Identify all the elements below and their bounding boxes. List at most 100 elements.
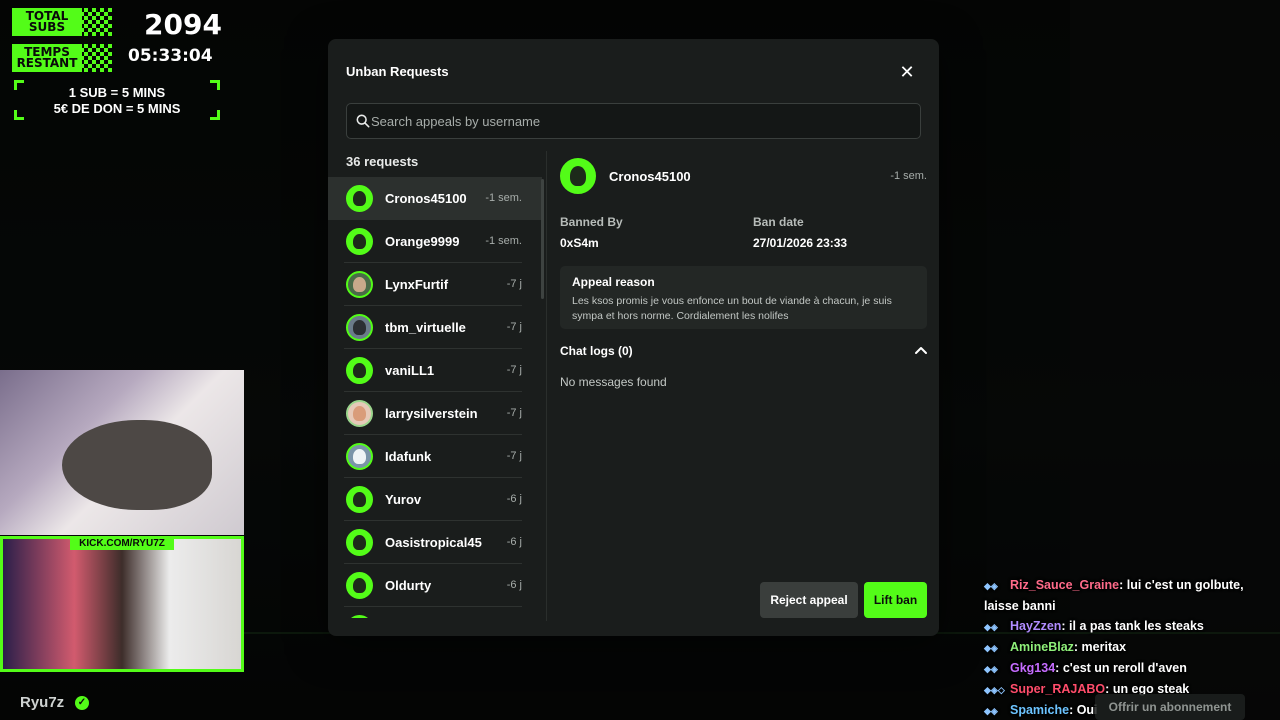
- subs-count: 2094: [144, 8, 222, 41]
- chat-username[interactable]: Gkg134: [1010, 661, 1055, 675]
- list-item[interactable]: Orange9999 -1 sem.: [328, 220, 542, 263]
- badge-icons: ◆◈: [984, 664, 998, 674]
- detail-username: Cronos45100: [609, 169, 691, 184]
- panel-divider: [546, 151, 547, 621]
- verified-icon: ✓: [75, 696, 89, 710]
- chat-text: meritax: [1081, 640, 1127, 654]
- request-username: larrysilverstein: [385, 406, 478, 421]
- list-scrollbar[interactable]: [541, 179, 544, 299]
- reject-appeal-button[interactable]: Reject appeal: [760, 582, 858, 618]
- avatar: [346, 486, 373, 513]
- no-messages-text: No messages found: [560, 375, 667, 389]
- request-username: Yurov: [385, 492, 422, 507]
- banned-by-value: 0xS4m: [560, 236, 599, 250]
- unban-requests-modal: Unban Requests ✕ 36 requests Cronos45100…: [328, 39, 939, 636]
- appeal-reason-box: Appeal reason Les ksos promis je vous en…: [560, 266, 927, 329]
- search-input[interactable]: [371, 104, 911, 138]
- total-subs-label: TOTAL SUBS: [12, 8, 82, 36]
- avatar: [346, 615, 373, 618]
- avatar: [346, 228, 373, 255]
- list-item[interactable]: tbm_virtuelle -7 j: [328, 306, 542, 349]
- chat-username[interactable]: HayZzen: [1010, 619, 1061, 633]
- list-item[interactable]: vaniLL1 -7 j: [328, 349, 542, 392]
- appeal-reason-text: Les ksos promis je vous enfonce un bout …: [572, 295, 892, 322]
- chat-username[interactable]: Super_RAJABO: [1010, 682, 1105, 696]
- checker-pattern: [80, 8, 112, 36]
- list-item[interactable]: [328, 607, 542, 618]
- list-item[interactable]: Yurov -6 j: [328, 478, 542, 521]
- streamer-webcam: [0, 536, 244, 672]
- request-username: LynxFurtif: [385, 277, 449, 292]
- avatar: [346, 529, 373, 556]
- request-time: -1 sem.: [485, 192, 522, 204]
- request-username: vaniLL1: [385, 363, 435, 378]
- request-time: -1 sem.: [485, 235, 522, 247]
- request-time: -7 j: [506, 321, 522, 333]
- request-username: Idafunk: [385, 449, 432, 464]
- time-left-label: TEMPS RESTANT: [12, 44, 82, 72]
- badge-icons: ◆◈◇: [984, 685, 1005, 695]
- badge-icons: ◆◈: [984, 622, 998, 632]
- list-item[interactable]: Oasistropical45 -6 j: [328, 521, 542, 564]
- list-item[interactable]: Oldurty -6 j: [328, 564, 542, 607]
- avatar: [346, 271, 373, 298]
- request-username: Oasistropical45: [385, 535, 482, 550]
- ban-date-label: Ban date: [753, 215, 804, 229]
- avatar: [346, 572, 373, 599]
- chevron-up-icon[interactable]: [914, 343, 928, 357]
- kick-url-label: KICK.COM/RYU7Z: [70, 537, 174, 550]
- list-item[interactable]: Idafunk -7 j: [328, 435, 542, 478]
- request-username: Orange9999: [385, 234, 460, 249]
- close-button[interactable]: ✕: [896, 61, 918, 83]
- streamer-name[interactable]: Ryu7z: [20, 694, 64, 711]
- chat-text: c'est un reroll d'aven: [1062, 661, 1187, 675]
- checker-pattern: [80, 44, 112, 72]
- requests-list[interactable]: Cronos45100 -1 sem. Orange9999 -1 sem. L…: [328, 177, 542, 618]
- chat-username[interactable]: AmineBlaz: [1010, 640, 1074, 654]
- ban-date-value: 27/01/2026 23:33: [753, 236, 848, 250]
- chat-logs-header[interactable]: Chat logs (0): [560, 344, 633, 358]
- avatar: [346, 314, 373, 341]
- detail-time: -1 sem.: [890, 170, 927, 182]
- avatar: [560, 158, 596, 194]
- request-time: -7 j: [506, 407, 522, 419]
- chat-message: ◆◈ HayZzen: il a pas tank les steaks: [984, 616, 1274, 637]
- avatar: [346, 357, 373, 384]
- list-item[interactable]: LynxFurtif -7 j: [328, 263, 542, 306]
- list-item[interactable]: Cronos45100 -1 sem.: [328, 177, 542, 220]
- chat-message: ◆◈ AmineBlaz: meritax: [984, 637, 1274, 658]
- chat-username[interactable]: Riz_Sauce_Graine: [1010, 578, 1119, 592]
- gift-subscription-button[interactable]: Offrir un abonnement: [1095, 694, 1245, 720]
- request-time: -7 j: [506, 364, 522, 376]
- avatar: [346, 185, 373, 212]
- request-time: -6 j: [506, 536, 522, 548]
- chat-text: il a pas tank les steaks: [1069, 619, 1204, 633]
- badge-icons: ◆◈: [984, 643, 998, 653]
- badge-icons: ◆◈: [984, 581, 998, 591]
- rule-don: 5€ DE DON = 5 MINS: [53, 101, 181, 116]
- request-time: -7 j: [506, 450, 522, 462]
- chat-username[interactable]: Spamiche: [1010, 703, 1069, 717]
- search-icon: [356, 114, 370, 128]
- cat-image: [62, 420, 212, 510]
- banned-by-label: Banned By: [560, 215, 623, 229]
- request-time: -6 j: [506, 579, 522, 591]
- badge-icons: ◆◈: [984, 706, 998, 716]
- avatar: [346, 443, 373, 470]
- request-username: tbm_virtuelle: [385, 320, 466, 335]
- search-field[interactable]: [346, 103, 921, 139]
- list-item[interactable]: larrysilverstein -7 j: [328, 392, 542, 435]
- request-username: Cronos45100: [385, 191, 467, 206]
- request-time: -7 j: [506, 278, 522, 290]
- requests-count: 36 requests: [346, 154, 419, 169]
- appeal-reason-label: Appeal reason: [572, 275, 655, 289]
- avatar: [346, 400, 373, 427]
- modal-title: Unban Requests: [346, 64, 449, 79]
- request-time: -6 j: [506, 493, 522, 505]
- subathon-widget: TOTAL SUBS TEMPS RESTANT: [12, 8, 112, 74]
- chat-message: ◆◈ Gkg134: c'est un reroll d'aven: [984, 658, 1274, 679]
- chat-message: ◆◈ Riz_Sauce_Graine: lui c'est un golbute…: [984, 578, 1244, 613]
- close-icon: ✕: [899, 62, 915, 82]
- lift-ban-button[interactable]: Lift ban: [864, 582, 927, 618]
- time-left-value: 05:33:04: [128, 46, 213, 66]
